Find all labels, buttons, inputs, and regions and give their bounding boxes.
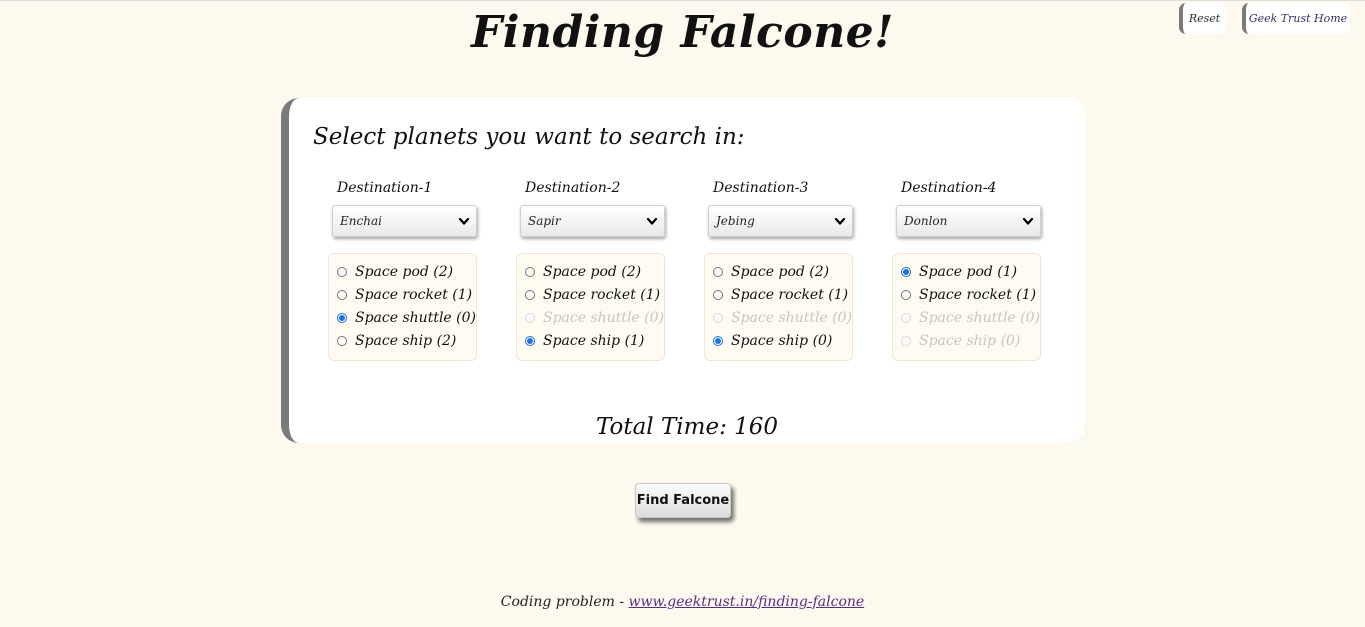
radio-button[interactable] — [337, 290, 347, 300]
vehicle-option[interactable]: Space rocket (1) — [525, 285, 660, 305]
vehicle-label: Space shuttle (0) — [543, 310, 664, 326]
planet-select-value: Jebing — [716, 214, 755, 228]
planet-select-value: Enchai — [340, 214, 382, 228]
page-title: Finding Falcone! — [471, 7, 894, 58]
vehicle-label: Space ship (0) — [919, 333, 1021, 349]
vehicle-option[interactable]: Space rocket (1) — [337, 285, 472, 305]
radio-button[interactable] — [713, 290, 723, 300]
vehicle-label: Space ship (2) — [355, 333, 457, 349]
vehicle-option[interactable]: Space pod (2) — [713, 262, 829, 282]
destination-label: Destination-3 — [713, 180, 809, 196]
total-time-value: 160 — [734, 414, 779, 440]
vehicle-label: Space ship (1) — [543, 333, 645, 349]
vehicle-option[interactable]: Space ship (2) — [337, 331, 456, 351]
vehicle-option[interactable]: Space pod (2) — [525, 262, 641, 282]
vehicle-label: Space rocket (1) — [543, 287, 661, 303]
planet-select[interactable]: Enchai — [332, 205, 477, 237]
vehicle-option[interactable]: Space shuttle (0) — [337, 308, 476, 328]
radio-button[interactable] — [901, 290, 911, 300]
chevron-down-icon — [1022, 217, 1034, 225]
total-time-label: Total Time: — [595, 414, 727, 440]
vehicle-option[interactable]: Space ship (1) — [525, 331, 644, 351]
geektrust-problem-link[interactable]: www.geektrust.in/finding-falcone — [629, 594, 865, 610]
destination-label: Destination-2 — [525, 180, 621, 196]
reset-button[interactable]: Reset — [1179, 3, 1226, 34]
vehicle-options: Space pod (1) Space rocket (1) Space shu… — [892, 253, 1041, 361]
geek-trust-home-link[interactable]: Geek Trust Home — [1242, 3, 1350, 34]
destination-4: Destination-4 Donlon Space pod (1) Space… — [853, 98, 1041, 443]
vehicle-options: Space pod (2) Space rocket (1) Space shu… — [516, 253, 665, 361]
vehicle-label: Space pod (1) — [919, 264, 1018, 280]
footer: Coding problem - www.geektrust.in/findin… — [0, 591, 1365, 613]
vehicle-label: Space pod (2) — [543, 264, 642, 280]
total-time: Total Time: 160 — [289, 410, 1085, 444]
radio-button[interactable] — [337, 336, 347, 346]
radio-button[interactable] — [337, 267, 347, 277]
planet-select[interactable]: Sapir — [520, 205, 665, 237]
vehicle-option[interactable]: Space pod (2) — [337, 262, 453, 282]
vehicle-option[interactable]: Space rocket (1) — [713, 285, 848, 305]
planet-selection-card: Select planets you want to search in: De… — [281, 98, 1085, 443]
vehicle-label: Space shuttle (0) — [919, 310, 1040, 326]
vehicle-label: Space shuttle (0) — [731, 310, 852, 326]
radio-button[interactable] — [525, 290, 535, 300]
vehicle-label: Space rocket (1) — [919, 287, 1037, 303]
destination-1: Destination-1 Enchai Space pod (2) Space… — [289, 98, 477, 443]
vehicle-option[interactable]: Space pod (1) — [901, 262, 1017, 282]
radio-button[interactable] — [713, 267, 723, 277]
vehicle-options: Space pod (2) Space rocket (1) Space shu… — [328, 253, 477, 361]
vehicle-label: Space ship (0) — [731, 333, 833, 349]
planet-select[interactable]: Donlon — [896, 205, 1041, 237]
radio-button[interactable] — [525, 267, 535, 277]
vehicle-option: Space shuttle (0) — [901, 308, 1040, 328]
destination-3: Destination-3 Jebing Space pod (2) Space… — [665, 98, 853, 443]
chevron-down-icon — [834, 217, 846, 225]
radio-button — [901, 313, 911, 323]
vehicle-option[interactable]: Space rocket (1) — [901, 285, 1036, 305]
destination-2: Destination-2 Sapir Space pod (2) Space … — [477, 98, 665, 443]
vehicle-label: Space rocket (1) — [355, 287, 473, 303]
vehicle-label: Space rocket (1) — [731, 287, 849, 303]
planet-select-value: Sapir — [528, 214, 561, 228]
radio-button — [901, 336, 911, 346]
radio-button — [713, 313, 723, 323]
radio-button[interactable] — [901, 267, 911, 277]
chevron-down-icon — [458, 217, 470, 225]
vehicle-option[interactable]: Space ship (0) — [713, 331, 832, 351]
destination-label: Destination-1 — [337, 180, 433, 196]
vehicle-label: Space pod (2) — [731, 264, 830, 280]
planet-select-value: Donlon — [904, 214, 948, 228]
vehicle-label: Space shuttle (0) — [355, 310, 476, 326]
radio-button — [525, 313, 535, 323]
vehicle-option: Space shuttle (0) — [713, 308, 852, 328]
footer-prefix: Coding problem - — [500, 594, 629, 610]
vehicle-options: Space pod (2) Space rocket (1) Space shu… — [704, 253, 853, 361]
find-falcone-button[interactable]: Find Falcone — [635, 483, 731, 518]
chevron-down-icon — [646, 217, 658, 225]
vehicle-option: Space ship (0) — [901, 331, 1020, 351]
planet-select[interactable]: Jebing — [708, 205, 853, 237]
radio-button[interactable] — [713, 336, 723, 346]
radio-button[interactable] — [525, 336, 535, 346]
radio-button[interactable] — [337, 313, 347, 323]
destination-label: Destination-4 — [901, 180, 997, 196]
vehicle-label: Space pod (2) — [355, 264, 454, 280]
vehicle-option: Space shuttle (0) — [525, 308, 664, 328]
